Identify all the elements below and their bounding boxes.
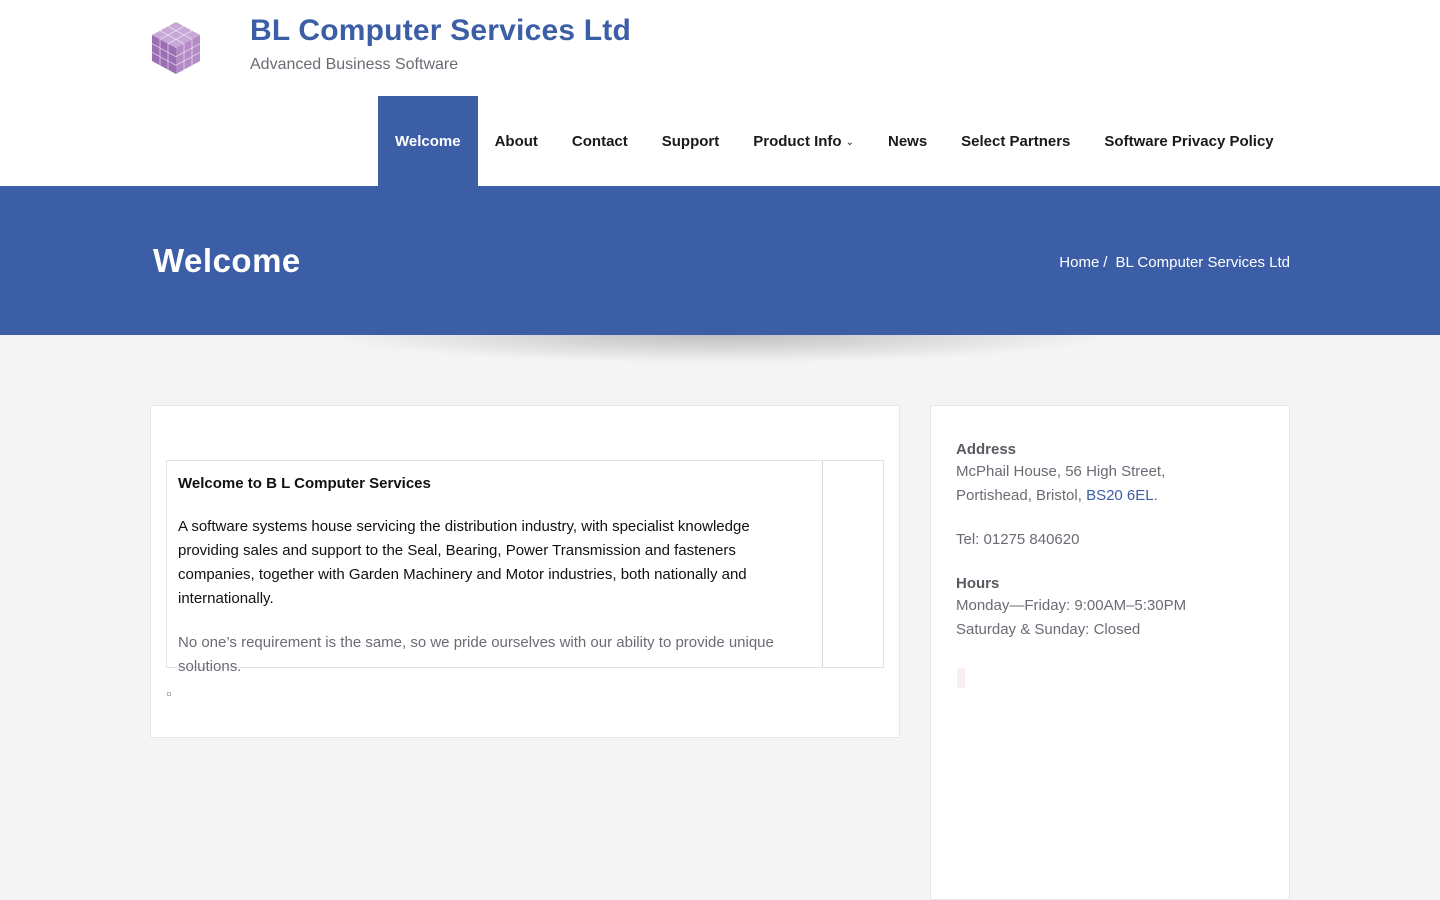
broken-image-icon (167, 692, 171, 696)
main-nav: Welcome About Contact Support Product In… (378, 96, 1291, 186)
address-town: Portishead, Bristol, (956, 487, 1087, 504)
cube-logo-icon[interactable] (150, 20, 202, 76)
site-header: BL Computer Services Ltd Advanced Busine… (0, 0, 1440, 186)
nav-news-label: News (887, 132, 928, 150)
address-line-1: McPhail House, 56 High Street, (956, 463, 1166, 480)
welcome-heading: Welcome to B L Computer Services (178, 475, 431, 492)
postcode-link[interactable]: BS20 6EL (1086, 487, 1154, 504)
nav-select-partners-label: Select Partners (961, 132, 1071, 150)
nav-news[interactable]: News (871, 96, 944, 186)
nav-contact[interactable]: Contact (555, 96, 645, 186)
site-title[interactable]: BL Computer Services Ltd (250, 14, 631, 48)
breadcrumb-separator: / (1103, 254, 1108, 271)
site-tagline: Advanced Business Software (250, 56, 459, 73)
nav-about-label: About (494, 132, 538, 150)
nav-software-privacy-policy-label: Software Privacy Policy (1104, 132, 1274, 150)
unique-solutions-paragraph: No one’s requirement is the same, so we … (178, 634, 774, 675)
page-banner: Welcome Home / BL Computer Services Ltd (0, 186, 1440, 335)
hours-weekend: Saturday & Sunday: Closed (956, 621, 1141, 638)
hours-weekday: Monday—Friday: 9:00AM–5:30PM (956, 597, 1187, 614)
nav-contact-label: Contact (571, 132, 628, 150)
sidebar: Address McPhail House, 56 High Street, P… (930, 405, 1290, 900)
nav-about[interactable]: About (478, 96, 555, 186)
breadcrumb-home[interactable]: Home (1059, 254, 1099, 271)
nav-product-info-label: Product Info (753, 132, 842, 150)
nav-software-privacy-policy[interactable]: Software Privacy Policy (1087, 96, 1290, 186)
breadcrumb-current: BL Computer Services Ltd (1115, 254, 1290, 271)
address-heading: Address (956, 441, 1017, 458)
hours-heading: Hours (956, 575, 1000, 592)
content-table: Welcome to B L Computer Services A softw… (166, 460, 884, 675)
telephone: Tel: 01275 840620 (956, 531, 1080, 548)
content-cell: Welcome to B L Computer Services A softw… (167, 461, 823, 675)
banner-shadow (160, 335, 1280, 375)
address-line-2: Portishead, Bristol, BS20 6EL. (956, 484, 1264, 508)
nav-product-info[interactable]: Product Info ⌄ (736, 96, 871, 186)
nav-welcome-label: Welcome (395, 132, 461, 150)
address-period: . (1153, 487, 1158, 504)
nav-select-partners[interactable]: Select Partners (944, 96, 1087, 186)
breadcrumb: Home / BL Computer Services Ltd (1059, 254, 1290, 271)
intro-paragraph: A software systems house servicing the d… (178, 518, 750, 607)
nav-welcome[interactable]: Welcome (378, 96, 478, 186)
nav-support-label: Support (661, 132, 720, 150)
page-title: Welcome (153, 242, 301, 279)
widget-placeholder (957, 668, 965, 688)
content-side-cell (823, 461, 883, 667)
main-content: Welcome to B L Computer Services A softw… (150, 405, 900, 738)
nav-support[interactable]: Support (645, 96, 737, 186)
chevron-down-icon: ⌄ (845, 136, 854, 148)
